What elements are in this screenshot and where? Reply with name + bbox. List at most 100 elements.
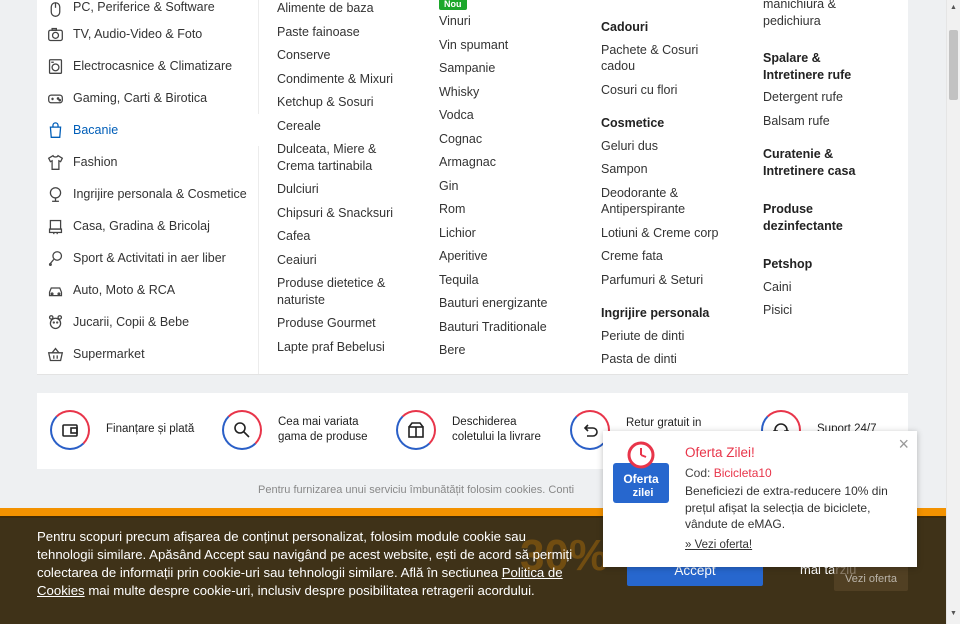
mega-menu: PC, Periferice & Software TV, Audio-Vide…	[37, 0, 908, 375]
heading-ingrijire-personala[interactable]: Ingrijire personala	[601, 305, 721, 322]
benefit-label: Cea mai variata gama de produse	[278, 415, 368, 444]
close-icon[interactable]: ×	[898, 434, 909, 455]
oferta-link[interactable]: » Vezi oferta!	[685, 539, 752, 551]
oferta-code: Cod: Bicicleta10	[685, 466, 772, 480]
vezi-oferta-button[interactable]: Vezi oferta	[834, 566, 908, 591]
link-manichiura[interactable]: manichiura & pedichiura	[763, 0, 873, 29]
house-icon	[46, 217, 64, 235]
link-lapte-praf[interactable]: Lapte praf Bebelusi	[277, 339, 417, 356]
link-ketchup[interactable]: Ketchup & Sosuri	[277, 94, 417, 111]
page-scrollbar[interactable]: ▲ ▼	[946, 0, 960, 624]
link-parfumuri[interactable]: Parfumuri & Seturi	[601, 272, 721, 289]
column-bacanie: Alimente de baza Paste fainoase Conserve…	[277, 0, 417, 362]
link-balsam-rufe[interactable]: Balsam rufe	[763, 113, 873, 130]
link-produse-gourmet[interactable]: Produse Gourmet	[277, 315, 417, 332]
benefit-gama-produse[interactable]: Cea mai variata gama de produse	[222, 410, 378, 450]
link-produse-dietetice[interactable]: Produse dietetice & naturiste	[277, 275, 417, 308]
sidebar-item-gaming[interactable]: Gaming, Carti & Birotica	[37, 82, 258, 114]
link-creme-fata[interactable]: Creme fata	[601, 248, 721, 265]
link-aperitive[interactable]: Aperitive	[439, 248, 579, 265]
link-geluri-dus[interactable]: Geluri dus	[601, 138, 721, 155]
link-cereale[interactable]: Cereale	[277, 118, 417, 135]
cookie-text: Pentru scopuri precum afișarea de conțin…	[37, 528, 577, 600]
column-bauturi: Nou Vinuri Vin spumant Sampanie Whisky V…	[439, 0, 579, 366]
sidebar-item-tv[interactable]: TV, Audio-Video & Foto	[37, 18, 258, 50]
link-cosuri-flori[interactable]: Cosuri cu flori	[601, 82, 721, 99]
link-tequila[interactable]: Tequila	[439, 272, 579, 289]
cosmetics-icon	[46, 185, 64, 203]
link-caini[interactable]: Caini	[763, 279, 873, 296]
sidebar-item-label: Electrocasnice & Climatizare	[73, 59, 233, 73]
logo-text-line2: zilei	[633, 487, 654, 499]
link-sampanie[interactable]: Sampanie	[439, 60, 579, 77]
benefit-label: Retur gratuit in	[626, 417, 702, 430]
sidebar-item-pc[interactable]: PC, Periferice & Software	[37, 0, 258, 18]
link-alimente-baza[interactable]: Alimente de baza	[277, 0, 417, 17]
link-bauturi-traditionale[interactable]: Bauturi Traditionale	[439, 319, 579, 336]
heading-petshop[interactable]: Petshop	[763, 256, 873, 273]
scroll-up-arrow-icon[interactable]: ▲	[949, 4, 958, 14]
cookie-text-part1: Pentru scopuri precum afișarea de conțin…	[37, 529, 573, 580]
sidebar-item-label: Fashion	[73, 155, 118, 169]
link-pachete-cosuri[interactable]: Pachete & Cosuri cadou	[601, 42, 721, 75]
link-periute-dinti[interactable]: Periute de dinti	[601, 328, 721, 345]
magnifier-icon	[222, 410, 262, 450]
link-pisici[interactable]: Pisici	[763, 302, 873, 319]
benefit-label: Deschiderea coletului la livrare	[452, 415, 541, 444]
link-dulciuri[interactable]: Dulciuri	[277, 181, 417, 198]
link-vodca[interactable]: Vodca	[439, 107, 579, 124]
heading-cosmetice[interactable]: Cosmetice	[601, 115, 721, 132]
link-armagnac[interactable]: Armagnac	[439, 154, 579, 171]
link-condimente[interactable]: Condimente & Mixuri	[277, 71, 417, 88]
sidebar-item-sport[interactable]: Sport & Activitati in aer liber	[37, 242, 258, 274]
oferta-code-label: Cod:	[685, 466, 714, 480]
heading-cadouri[interactable]: Cadouri	[601, 19, 721, 36]
link-chipsuri[interactable]: Chipsuri & Snacksuri	[277, 205, 417, 222]
link-gin[interactable]: Gin	[439, 178, 579, 195]
sidebar-item-electrocasnice[interactable]: Electrocasnice & Climatizare	[37, 50, 258, 82]
sidebar-item-fashion[interactable]: Fashion	[37, 146, 258, 178]
sidebar-item-casa[interactable]: Casa, Gradina & Bricolaj	[37, 210, 258, 242]
link-cafea[interactable]: Cafea	[277, 228, 417, 245]
benefit-deschidere-colet[interactable]: Deschiderea coletului la livrare	[396, 410, 552, 450]
link-detergent-rufe[interactable]: Detergent rufe	[763, 89, 873, 106]
heading-dezinfectante[interactable]: Produse dezinfectante	[763, 201, 873, 234]
link-dulceata[interactable]: Dulceata, Miere & Crema tartinabila	[277, 141, 417, 174]
oferta-code-value: Bicicleta10	[713, 466, 772, 480]
heading-curatenie[interactable]: Curatenie & Intretinere casa	[763, 146, 873, 179]
link-conserve[interactable]: Conserve	[277, 47, 417, 64]
link-deodorante[interactable]: Deodorante & Antiperspirante	[601, 185, 721, 218]
link-paste[interactable]: Paste fainoase	[277, 24, 417, 41]
sidebar-item-label: Auto, Moto & RCA	[73, 283, 176, 297]
sidebar-item-jucarii[interactable]: Jucarii, Copii & Bebe	[37, 306, 258, 338]
scrollbar-thumb[interactable]	[949, 30, 958, 100]
link-lotiuni[interactable]: Lotiuni & Creme corp	[601, 225, 721, 242]
link-rom[interactable]: Rom	[439, 201, 579, 218]
mouse-icon	[46, 0, 64, 18]
sidebar-item-supermarket[interactable]: Supermarket	[37, 338, 258, 370]
new-badge: Nou	[439, 0, 467, 10]
sport-icon	[46, 249, 64, 267]
link-bauturi-energizante[interactable]: Bauturi energizante	[439, 295, 579, 312]
link-vin-spumant[interactable]: Vin spumant	[439, 37, 579, 54]
scroll-down-arrow-icon[interactable]: ▼	[949, 610, 958, 620]
sidebar-item-bacanie[interactable]: Bacanie	[37, 114, 259, 146]
benefit-finantare[interactable]: Finanțare și plată	[50, 410, 216, 450]
link-bere[interactable]: Bere	[439, 342, 579, 359]
heading-spalare[interactable]: Spalare & Intretinere rufe	[763, 50, 873, 83]
sidebar-item-ingrijire[interactable]: Ingrijire personala & Cosmetice	[37, 178, 258, 210]
link-cognac[interactable]: Cognac	[439, 131, 579, 148]
link-sampon[interactable]: Sampon	[601, 161, 721, 178]
link-lichior[interactable]: Lichior	[439, 225, 579, 242]
sidebar-item-label: Bacanie	[73, 123, 119, 137]
link-pasta-dinti[interactable]: Pasta de dinti	[601, 351, 721, 368]
logo-text-line1: Oferta	[623, 472, 659, 486]
link-vinuri[interactable]: Vinuri	[439, 13, 579, 30]
sidebar-item-auto[interactable]: Auto, Moto & RCA	[37, 274, 258, 306]
sidebar-item-label: Jucarii, Copii & Bebe	[73, 315, 190, 329]
wallet-icon	[50, 410, 90, 450]
link-whisky[interactable]: Whisky	[439, 84, 579, 101]
category-sidebar: PC, Periferice & Software TV, Audio-Vide…	[37, 0, 259, 374]
oferta-zilei-logo: Oferta zilei	[613, 441, 669, 503]
link-ceaiuri[interactable]: Ceaiuri	[277, 252, 417, 269]
